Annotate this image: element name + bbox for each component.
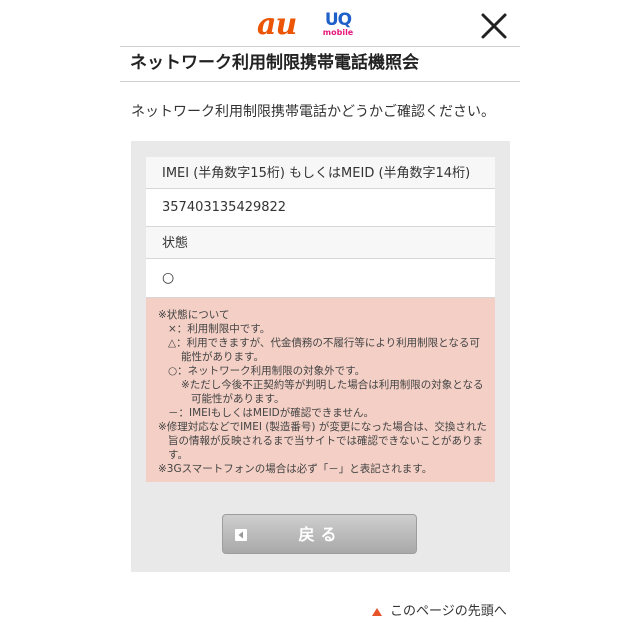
header: au UQ mobile <box>120 0 520 48</box>
back-button-label: 戻る <box>298 525 343 544</box>
page-top-label: このページの先頭へ <box>390 604 507 619</box>
modal-frame: au UQ mobile ネットワーク利用制限携帯電話機照会 ネットワーク利用制… <box>120 0 520 640</box>
note-line: ※修理対応などでIMEI (製造番号) が変更になった場合は、交換された <box>158 421 487 433</box>
note-line: ※状態について <box>158 309 230 321</box>
status-value-row: ○ <box>146 259 495 298</box>
note-line: ×：利用制限中です。 <box>168 323 271 335</box>
id-label-row: IMEI (半角数字15桁) もしくはMEID (半角数字14桁) <box>146 157 495 189</box>
note-line: ※ただし今後不正契約等が判明した場合は利用制限の対象となる <box>181 379 484 391</box>
status-value: ○ <box>162 270 175 286</box>
id-label: IMEI (半角数字15桁) もしくはMEID (半角数字14桁) <box>162 166 471 181</box>
status-label-row: 状態 <box>146 227 495 259</box>
close-icon[interactable] <box>476 8 512 44</box>
note-line: 可能性があります。 <box>191 393 285 405</box>
note-line: ※3Gスマートフォンの場合は必ず「－」と表記されます。 <box>158 463 433 475</box>
title-bar: ネットワーク利用制限携帯電話機照会 <box>120 46 520 82</box>
note-line: 旨の情報が反映されるまで当サイトでは確認できないことがありま <box>168 435 483 447</box>
uq-logo-text: UQ <box>324 10 352 30</box>
uq-logo-subtext: mobile <box>322 28 354 37</box>
note-line: －：IMEIもしくはMEIDが確認できません。 <box>168 407 374 419</box>
back-button[interactable]: 戻る <box>222 514 417 554</box>
triangle-up-icon <box>372 608 382 616</box>
result-panel: IMEI (半角数字15桁) もしくはMEID (半角数字14桁) 357403… <box>131 141 510 572</box>
close-button[interactable] <box>476 8 512 44</box>
intro-text: ネットワーク利用制限携帯電話かどうかご確認ください。 <box>131 104 495 120</box>
au-logo: au <box>257 7 297 42</box>
note-line: ○：ネットワーク利用制限の対象外です。 <box>168 365 366 377</box>
page-title: ネットワーク利用制限携帯電話機照会 <box>130 53 419 73</box>
note-line: △：利用できますが、代金債務の不履行等により利用制限となる可 <box>168 337 480 349</box>
status-label: 状態 <box>162 236 189 251</box>
id-value: 357403135429822 <box>162 200 287 215</box>
status-notes: ※状態について ×：利用制限中です。 △：利用できますが、代金債務の不履行等によ… <box>146 298 495 482</box>
note-line: す。 <box>168 449 188 461</box>
id-value-row: 357403135429822 <box>146 189 495 227</box>
uq-mobile-logo: UQ mobile <box>322 12 354 38</box>
note-line: 能性があります。 <box>181 351 264 363</box>
